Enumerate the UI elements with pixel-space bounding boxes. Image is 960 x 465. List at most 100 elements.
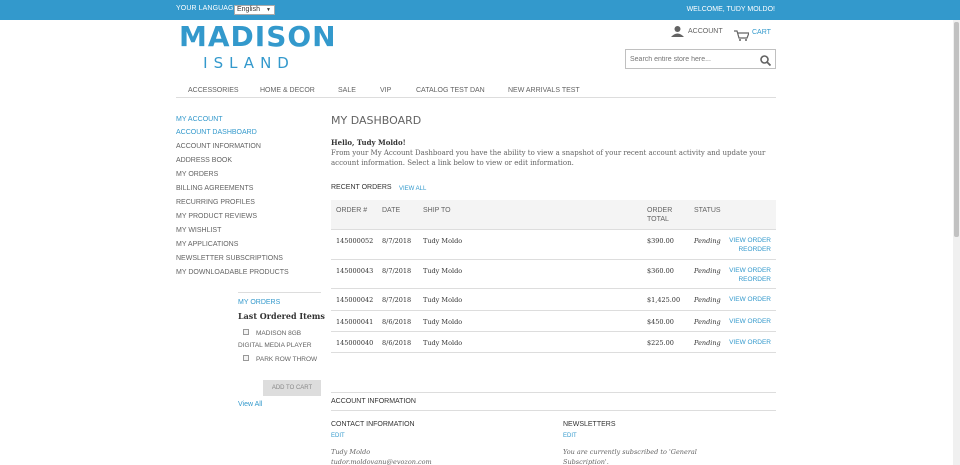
contact-email: tudor.moldovanu@evozon.com	[331, 458, 432, 465]
contact-details: Tudy Moldo tudor.moldovanu@evozon.com	[331, 447, 432, 465]
account-link[interactable]: ACCOUNT	[688, 28, 723, 35]
contact-information-title: CONTACT INFORMATION	[331, 421, 415, 428]
sidebar-item-account-dashboard[interactable]: ACCOUNT DASHBOARD	[176, 129, 257, 136]
column-header-status: STATUS	[694, 207, 721, 214]
nav-item-catalog-test-dan[interactable]: CATALOG TEST DAN	[416, 87, 485, 94]
order-status: Pending	[694, 237, 721, 245]
sidebar-item-address-book[interactable]: ADDRESS BOOK	[176, 157, 232, 164]
order-number: 145000043	[336, 267, 374, 275]
order-number: 145000041	[336, 318, 374, 326]
logo-subtitle[interactable]: ISLAND	[179, 54, 319, 72]
order-status: Pending	[694, 296, 721, 304]
item-checkbox[interactable]	[243, 355, 249, 361]
scrollbar-thumb[interactable]	[954, 22, 959, 237]
order-total: $450.00	[647, 318, 674, 326]
sidebar-item-recurring-profiles[interactable]: RECURRING PROFILES	[176, 199, 255, 206]
table-row: 145000042 8/7/2018 Tudy Moldo $1,425.00 …	[331, 289, 776, 311]
table-row: 145000040 8/6/2018 Tudy Moldo $225.00 Pe…	[331, 332, 776, 353]
mini-orders-subtitle: Last Ordered Items	[238, 311, 325, 321]
table-row: 145000041 8/6/2018 Tudy Moldo $450.00 Pe…	[331, 311, 776, 332]
order-number: 145000042	[336, 296, 374, 304]
column-header-ship-to: SHIP TO	[423, 207, 451, 214]
nav-item-sale[interactable]: SALE	[338, 87, 356, 94]
main-nav: ACCESSORIES HOME & DECOR SALE VIP CATALO…	[176, 85, 776, 98]
table-row: 145000043 8/7/2018 Tudy Moldo $360.00 Pe…	[331, 260, 776, 289]
sidebar-item-newsletter-subscriptions[interactable]: NEWSLETTER SUBSCRIPTIONS	[176, 255, 283, 262]
account-information-title: ACCOUNT INFORMATION	[331, 398, 416, 405]
order-total: $225.00	[647, 339, 674, 347]
sidebar-item-product-reviews[interactable]: MY PRODUCT REVIEWS	[176, 213, 257, 220]
order-ship-to: Tudy Moldo	[423, 296, 463, 304]
order-status: Pending	[694, 267, 721, 275]
order-date: 8/7/2018	[382, 237, 412, 245]
mini-order-item[interactable]: PARK ROW THROW	[256, 354, 317, 366]
mini-orders-title[interactable]: MY ORDERS	[238, 299, 280, 306]
column-header-order-total: ORDER TOTAL	[647, 207, 673, 223]
account-icon[interactable]	[671, 26, 684, 37]
mini-order-item[interactable]: MADISON 8GB DIGITAL MEDIA PLAYER	[238, 328, 324, 352]
contact-edit-link[interactable]: EDIT	[331, 433, 345, 439]
column-header-date: DATE	[382, 207, 401, 214]
chevron-down-icon: ▼	[266, 7, 271, 13]
cart-link[interactable]: CART	[752, 29, 771, 36]
sidebar-item-downloadable-products[interactable]: MY DOWNLOADABLE PRODUCTS	[176, 269, 289, 276]
recent-orders-title: RECENT ORDERS	[331, 184, 392, 191]
add-to-cart-button[interactable]: ADD TO CART	[263, 380, 321, 396]
divider	[238, 292, 321, 293]
order-ship-to: Tudy Moldo	[423, 237, 463, 245]
nav-item-home-decor[interactable]: HOME & DECOR	[260, 87, 315, 94]
divider	[331, 410, 776, 411]
newsletters-title: NEWSLETTERS	[563, 421, 616, 428]
reorder-link[interactable]: REORDER	[738, 275, 771, 284]
order-date: 8/6/2018	[382, 339, 412, 347]
newsletters-edit-link[interactable]: EDIT	[563, 433, 577, 439]
view-order-link[interactable]: VIEW ORDER	[729, 338, 771, 347]
order-date: 8/7/2018	[382, 296, 412, 304]
sidebar-item-applications[interactable]: MY APPLICATIONS	[176, 241, 238, 248]
search-icon[interactable]	[760, 53, 772, 71]
view-order-link[interactable]: VIEW ORDER	[729, 236, 771, 245]
recent-orders-view-all-link[interactable]: VIEW ALL	[399, 186, 426, 192]
welcome-message: WELCOME, TUDY MOLDO!	[686, 6, 775, 13]
order-number: 145000052	[336, 237, 374, 245]
sidebar-title: MY ACCOUNT	[176, 116, 223, 123]
newsletters-status: You are currently subscribed to 'General…	[563, 448, 697, 465]
nav-item-new-arrivals-test[interactable]: NEW ARRIVALS TEST	[508, 87, 580, 94]
page-title: MY DASHBOARD	[331, 114, 422, 127]
orders-table-header: ORDER # DATE SHIP TO ORDER TOTAL STATUS	[331, 200, 776, 230]
search-input[interactable]	[625, 49, 776, 69]
top-bar: YOUR LANGUAGE: English ▼ WELCOME, TUDY M…	[0, 0, 960, 20]
cart-icon[interactable]	[734, 28, 750, 46]
order-number: 145000040	[336, 339, 374, 347]
order-ship-to: Tudy Moldo	[423, 267, 463, 275]
sidebar-item-billing-agreements[interactable]: BILLING AGREEMENTS	[176, 185, 253, 192]
sidebar-item-my-orders[interactable]: MY ORDERS	[176, 171, 218, 178]
nav-item-vip[interactable]: VIP	[380, 87, 391, 94]
language-select[interactable]: English ▼	[234, 5, 275, 15]
view-order-link[interactable]: VIEW ORDER	[729, 295, 771, 304]
sidebar-item-account-information[interactable]: ACCOUNT INFORMATION	[176, 143, 261, 150]
reorder-link[interactable]: REORDER	[738, 245, 771, 254]
language-label: YOUR LANGUAGE:	[176, 5, 241, 12]
divider	[331, 392, 776, 393]
logo[interactable]: MADISON	[179, 20, 336, 53]
view-order-link[interactable]: VIEW ORDER	[729, 317, 771, 326]
nav-item-accessories[interactable]: ACCESSORIES	[188, 87, 239, 94]
column-header-order: ORDER #	[336, 207, 368, 214]
order-status: Pending	[694, 339, 721, 347]
table-row: 145000052 8/7/2018 Tudy Moldo $390.00 Pe…	[331, 230, 776, 260]
sidebar-item-wishlist[interactable]: MY WISHLIST	[176, 227, 221, 234]
order-status: Pending	[694, 318, 721, 326]
order-date: 8/6/2018	[382, 318, 412, 326]
order-ship-to: Tudy Moldo	[423, 339, 463, 347]
dashboard-intro: From your My Account Dashboard you have …	[331, 149, 766, 167]
language-value: English	[237, 6, 260, 13]
view-all-link[interactable]: View All	[238, 401, 262, 408]
order-total: $360.00	[647, 267, 674, 275]
order-total: $390.00	[647, 237, 674, 245]
order-ship-to: Tudy Moldo	[423, 318, 463, 326]
view-order-link[interactable]: VIEW ORDER	[729, 266, 771, 275]
order-date: 8/7/2018	[382, 267, 412, 275]
greeting: Hello, Tudy Moldo!	[331, 138, 406, 147]
order-total: $1,425.00	[647, 296, 681, 304]
